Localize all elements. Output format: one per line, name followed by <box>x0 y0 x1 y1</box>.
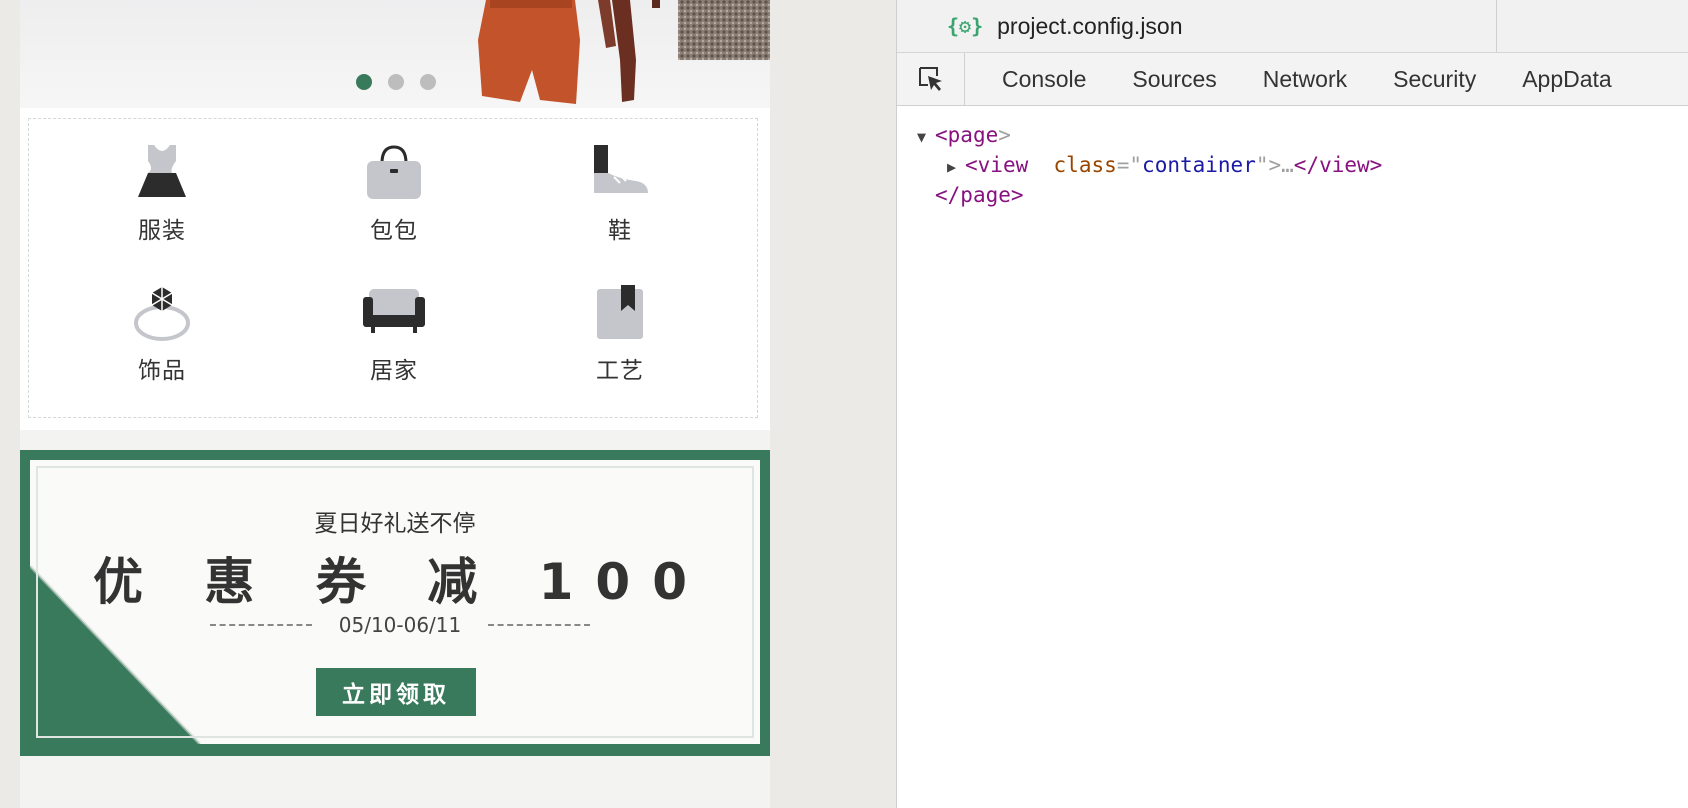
category-crafts[interactable]: 工艺 <box>550 283 690 403</box>
dom-tag-name: page <box>947 123 999 147</box>
tab-appdata[interactable]: AppData <box>1499 53 1635 105</box>
dom-bracket: </ <box>935 183 961 207</box>
dom-equals: =" <box>1116 153 1143 177</box>
carousel-dot-2[interactable] <box>388 74 404 90</box>
dom-collapsed-marker[interactable]: … <box>1281 153 1294 177</box>
dom-tag-name: view <box>977 153 1029 177</box>
dress-icon <box>138 145 186 197</box>
date-divider-right <box>488 624 590 626</box>
devtools-tab-bar: Console Sources Network Security AppData <box>897 53 1688 106</box>
dom-bracket: > <box>1369 153 1383 177</box>
handbag-icon <box>367 145 421 199</box>
tab-console[interactable]: Console <box>979 53 1109 105</box>
carousel-dot-3[interactable] <box>420 74 436 90</box>
coupon-body: 夏日好礼送不停 优 惠 券 减 100 05/10-06/11 立即领取 <box>30 460 760 744</box>
dom-space <box>1028 153 1053 177</box>
tab-network[interactable]: Network <box>1240 53 1370 105</box>
bookmark-box-icon <box>597 285 643 339</box>
carousel-dots <box>356 74 436 90</box>
dom-tree: ▼ <page> ▶ <view class="container">…</view… <box>897 120 1688 210</box>
coupon-date-row: 05/10-06/11 <box>210 610 590 640</box>
json-file-icon: {⚙} <box>947 14 984 38</box>
dom-attr-value: container <box>1142 153 1256 177</box>
dom-node-page-close[interactable]: </page> <box>897 180 1688 210</box>
coupon-subtitle: 夏日好礼送不停 <box>314 511 476 537</box>
simulator-screen: 服装 包包 鞋 饰品 居家 工艺 夏日好礼送不停 优 惠 券 减 100 05/… <box>20 0 770 808</box>
dom-attr-name: class <box>1053 153 1117 177</box>
category-bags[interactable]: 包包 <box>324 143 464 263</box>
category-home[interactable]: 居家 <box>324 283 464 403</box>
category-label: 鞋 <box>608 218 632 244</box>
file-tab-project-config[interactable]: {⚙} project.config.json <box>897 0 1497 52</box>
inspect-element-button[interactable] <box>897 53 965 105</box>
coupon-card: 夏日好礼送不停 优 惠 券 减 100 05/10-06/11 立即领取 <box>20 450 770 756</box>
category-label: 包包 <box>370 218 418 244</box>
dom-bracket: < <box>935 123 948 147</box>
dom-node-view[interactable]: ▶ <view class="container">…</view> <box>897 150 1688 180</box>
shoe-icon <box>594 145 648 193</box>
category-label: 工艺 <box>596 358 644 384</box>
category-label: 服装 <box>138 218 186 244</box>
dom-bracket: > <box>998 123 1011 147</box>
coupon-title: 优 惠 券 减 100 <box>93 553 709 611</box>
ring-icon <box>134 287 190 341</box>
category-clothing[interactable]: 服装 <box>92 143 232 263</box>
dom-bracket: > <box>1010 183 1024 207</box>
dom-node-page-open[interactable]: ▼ <page> <box>897 120 1688 150</box>
category-accessories[interactable]: 饰品 <box>92 283 232 403</box>
banner-image <box>478 0 770 104</box>
dom-tag-name: page <box>960 183 1011 207</box>
dom-quote: "> <box>1255 153 1282 177</box>
tab-security[interactable]: Security <box>1370 53 1499 105</box>
category-label: 居家 <box>370 358 418 384</box>
banner-carousel[interactable] <box>20 0 770 108</box>
carousel-dot-1[interactable] <box>356 74 372 90</box>
dom-tag-name: view <box>1319 153 1370 177</box>
category-label: 饰品 <box>138 358 186 384</box>
category-shoes[interactable]: 鞋 <box>550 143 690 263</box>
category-panel: 服装 包包 鞋 饰品 居家 工艺 <box>20 108 770 430</box>
claim-coupon-button[interactable]: 立即领取 <box>316 668 476 716</box>
editor-tab-bar: {⚙} project.config.json <box>897 0 1688 53</box>
date-divider-left <box>210 624 312 626</box>
devtools-panel: {⚙} project.config.json Console Sources … <box>896 0 1688 808</box>
tab-sources[interactable]: Sources <box>1109 53 1239 105</box>
coupon-date-range: 05/10-06/11 <box>338 613 462 637</box>
cursor-select-icon <box>918 67 942 91</box>
collapsed-triangle-icon[interactable]: ▶ <box>947 152 965 182</box>
file-tab-label: project.config.json <box>997 12 1183 39</box>
expanded-triangle-icon[interactable]: ▼ <box>917 122 935 152</box>
dom-bracket: < <box>965 153 978 177</box>
dom-bracket: </ <box>1293 153 1320 177</box>
sofa-icon <box>363 289 425 333</box>
category-grid: 服装 包包 鞋 饰品 居家 工艺 <box>28 118 758 418</box>
